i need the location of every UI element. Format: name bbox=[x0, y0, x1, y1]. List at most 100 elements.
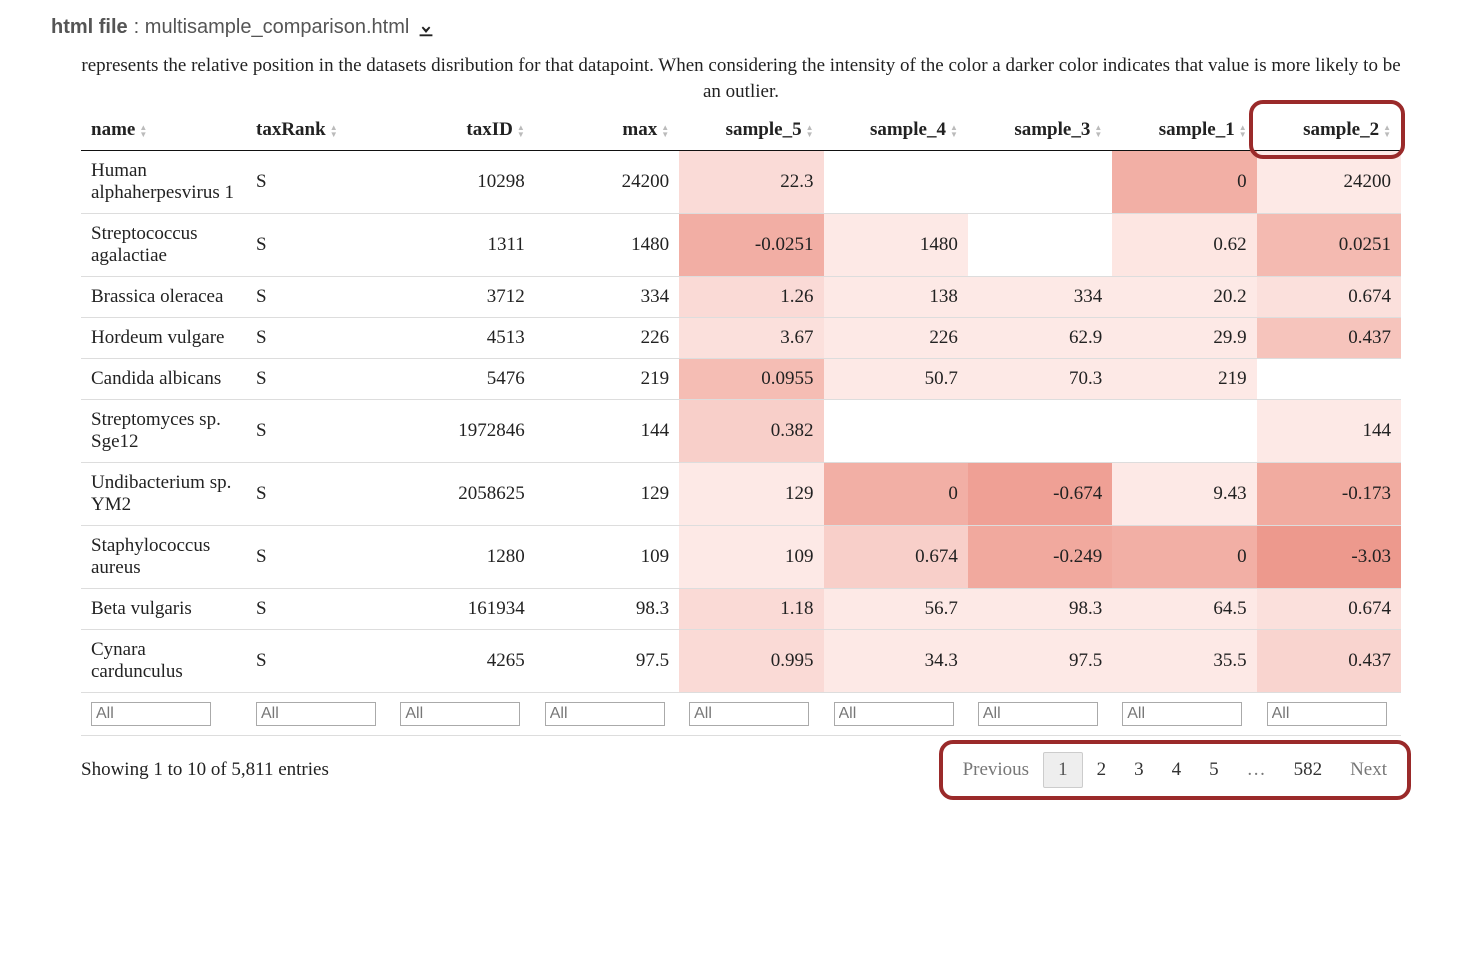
cell-sample: 0 bbox=[824, 463, 968, 526]
cell-sample: 34.3 bbox=[824, 630, 968, 693]
cell-sample: 97.5 bbox=[968, 630, 1112, 693]
table-row: Staphylococcus aureusS12801091090.674-0.… bbox=[81, 526, 1401, 589]
cell-sample: 1480 bbox=[824, 214, 968, 277]
filter-input-sample_3[interactable] bbox=[978, 702, 1098, 726]
column-header-sample_1[interactable]: sample_1▲▼ bbox=[1112, 110, 1256, 151]
filter-input-sample_2[interactable] bbox=[1267, 702, 1387, 726]
cell-name: Staphylococcus aureus bbox=[81, 526, 246, 589]
cell-sample bbox=[824, 151, 968, 214]
cell-sample: 0 bbox=[1112, 151, 1256, 214]
cell-taxid: 2058625 bbox=[390, 463, 534, 526]
page-3[interactable]: 3 bbox=[1120, 753, 1158, 787]
cell-sample: 50.7 bbox=[824, 359, 968, 400]
cell-taxrank: S bbox=[246, 214, 390, 277]
file-name: : multisample_comparison.html bbox=[134, 16, 410, 39]
cell-sample: -0.0251 bbox=[679, 214, 823, 277]
table-row: Undibacterium sp. YM2S20586251291290-0.6… bbox=[81, 463, 1401, 526]
cell-max: 24200 bbox=[535, 151, 679, 214]
column-header-taxID[interactable]: taxID▲▼ bbox=[390, 110, 534, 151]
table-row: Cynara cardunculusS426597.50.99534.397.5… bbox=[81, 630, 1401, 693]
cell-max: 219 bbox=[535, 359, 679, 400]
cell-name: Candida albicans bbox=[81, 359, 246, 400]
cell-name: Streptomyces sp. Sge12 bbox=[81, 400, 246, 463]
cell-name: Streptococcus agalactiae bbox=[81, 214, 246, 277]
file-header: html file : multisample_comparison.html bbox=[51, 16, 1431, 39]
cell-taxid: 4265 bbox=[390, 630, 534, 693]
filter-input-sample_4[interactable] bbox=[834, 702, 954, 726]
cell-sample: 0.674 bbox=[824, 526, 968, 589]
cell-sample: 35.5 bbox=[1112, 630, 1256, 693]
column-header-sample_5[interactable]: sample_5▲▼ bbox=[679, 110, 823, 151]
cell-sample: 0.674 bbox=[1257, 277, 1401, 318]
sort-icon: ▲▼ bbox=[950, 124, 958, 138]
sort-icon: ▲▼ bbox=[661, 124, 669, 138]
cell-taxrank: S bbox=[246, 318, 390, 359]
cell-taxid: 5476 bbox=[390, 359, 534, 400]
filter-input-sample_5[interactable] bbox=[689, 702, 809, 726]
cell-taxrank: S bbox=[246, 400, 390, 463]
page-next[interactable]: Next bbox=[1336, 753, 1401, 787]
column-header-sample_3[interactable]: sample_3▲▼ bbox=[968, 110, 1112, 151]
column-header-sample_2[interactable]: sample_2▲▼ bbox=[1257, 110, 1401, 151]
cell-max: 98.3 bbox=[535, 589, 679, 630]
cell-sample bbox=[824, 400, 968, 463]
filter-input-name[interactable] bbox=[91, 702, 211, 726]
file-label: html file bbox=[51, 16, 128, 39]
page-582[interactable]: 582 bbox=[1280, 753, 1337, 787]
table-info: Showing 1 to 10 of 5,811 entries bbox=[81, 759, 329, 781]
cell-max: 226 bbox=[535, 318, 679, 359]
filter-input-taxID[interactable] bbox=[400, 702, 520, 726]
cell-name: Hordeum vulgare bbox=[81, 318, 246, 359]
page-1[interactable]: 1 bbox=[1043, 752, 1083, 788]
cell-taxrank: S bbox=[246, 463, 390, 526]
sort-icon: ▲▼ bbox=[139, 124, 147, 138]
cell-taxid: 1311 bbox=[390, 214, 534, 277]
page-ellipsis: … bbox=[1233, 753, 1280, 787]
download-icon[interactable] bbox=[415, 17, 437, 39]
cell-sample: 70.3 bbox=[968, 359, 1112, 400]
sort-icon: ▲▼ bbox=[1383, 124, 1391, 138]
filter-input-max[interactable] bbox=[545, 702, 665, 726]
cell-sample bbox=[1257, 359, 1401, 400]
cell-taxrank: S bbox=[246, 526, 390, 589]
page-prev[interactable]: Previous bbox=[949, 753, 1044, 787]
cell-taxid: 3712 bbox=[390, 277, 534, 318]
filter-input-taxRank[interactable] bbox=[256, 702, 376, 726]
cell-sample: 334 bbox=[968, 277, 1112, 318]
cell-max: 97.5 bbox=[535, 630, 679, 693]
page-5[interactable]: 5 bbox=[1195, 753, 1233, 787]
cell-sample: -0.674 bbox=[968, 463, 1112, 526]
table-row: Streptococcus agalactiaeS1311 1480-0.0251… bbox=[81, 214, 1401, 277]
cell-name: Brassica oleracea bbox=[81, 277, 246, 318]
page-4[interactable]: 4 bbox=[1158, 753, 1196, 787]
cell-sample: 56.7 bbox=[824, 589, 968, 630]
cell-sample: 0.0955 bbox=[679, 359, 823, 400]
cell-sample bbox=[968, 400, 1112, 463]
column-header-taxRank[interactable]: taxRank▲▼ bbox=[246, 110, 390, 151]
sort-icon: ▲▼ bbox=[806, 124, 814, 138]
cell-max: 109 bbox=[535, 526, 679, 589]
cell-sample: 226 bbox=[824, 318, 968, 359]
comparison-table: name▲▼taxRank▲▼taxID▲▼max▲▼sample_5▲▼sam… bbox=[81, 110, 1401, 736]
cell-sample: 9.43 bbox=[1112, 463, 1256, 526]
cell-sample: 98.3 bbox=[968, 589, 1112, 630]
cell-sample: 20.2 bbox=[1112, 277, 1256, 318]
cell-sample: 29.9 bbox=[1112, 318, 1256, 359]
cell-sample: 144 bbox=[1257, 400, 1401, 463]
cell-taxid: 1280 bbox=[390, 526, 534, 589]
column-header-max[interactable]: max▲▼ bbox=[535, 110, 679, 151]
cell-taxid: 10298 bbox=[390, 151, 534, 214]
cell-sample: 24200 bbox=[1257, 151, 1401, 214]
filter-input-sample_1[interactable] bbox=[1122, 702, 1242, 726]
cell-taxrank: S bbox=[246, 630, 390, 693]
page-2[interactable]: 2 bbox=[1083, 753, 1121, 787]
cell-sample bbox=[968, 151, 1112, 214]
cell-name: Cynara cardunculus bbox=[81, 630, 246, 693]
cell-sample: 0.62 bbox=[1112, 214, 1256, 277]
sort-icon: ▲▼ bbox=[330, 124, 338, 138]
column-header-sample_4[interactable]: sample_4▲▼ bbox=[824, 110, 968, 151]
cell-sample: 129 bbox=[679, 463, 823, 526]
cell-sample: 64.5 bbox=[1112, 589, 1256, 630]
column-header-name[interactable]: name▲▼ bbox=[81, 110, 246, 151]
pagination: Previous12345…582Next bbox=[949, 752, 1401, 788]
